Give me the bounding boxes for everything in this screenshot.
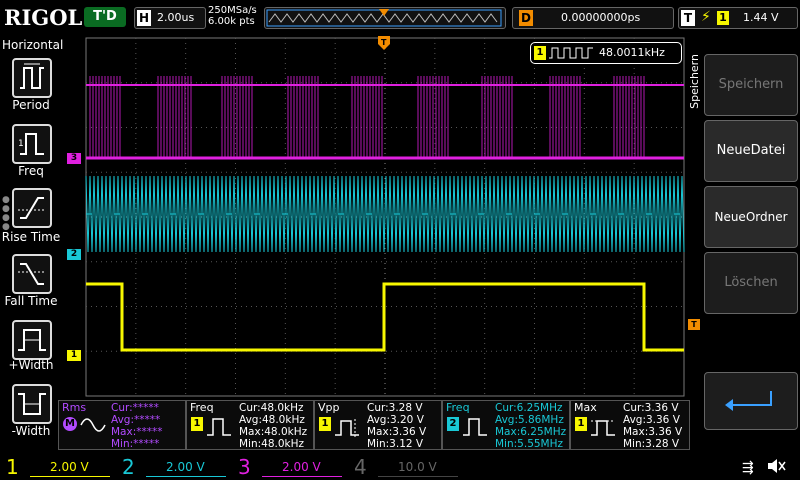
channel-1-scale[interactable]: 1 2.00 V [0, 455, 116, 480]
measurement-max-ch1[interactable]: Max 1 Cur:3.36 V Avg:3.36 V Max:3.36 V M… [570, 400, 690, 450]
svg-text:1: 1 [18, 139, 24, 149]
trigger-badge: T [681, 10, 695, 26]
period-icon [20, 63, 44, 89]
minus-width-label: -Width [11, 424, 51, 438]
channel-number: 2 [122, 455, 135, 479]
memory-overview-bar[interactable] [264, 7, 506, 29]
ch1-offset-marker[interactable]: 1 [67, 350, 81, 361]
delay-badge: D [519, 10, 533, 26]
sine-wave-icon [80, 418, 106, 432]
measurement-title: Freq [190, 401, 214, 414]
channel-4-scale[interactable]: 4 10.0 V [348, 455, 464, 480]
measurement-values: Cur:3.28 V Avg:3.20 V Max:3.36 V Min:3.1… [367, 402, 427, 450]
max-icon [591, 420, 615, 436]
ch2-trace [85, 175, 685, 253]
plus-width-button[interactable] [12, 320, 52, 360]
trigger-level-value: 1.44 V [743, 11, 779, 24]
run-mode-indicator[interactable]: T'D [84, 7, 126, 27]
plus-width-icon [18, 329, 46, 351]
memory-depth-value: 6.00k pts [208, 16, 255, 27]
channel-2-scale[interactable]: 2 2.00 V [116, 455, 232, 480]
timebase-badge: H [137, 10, 151, 26]
rise-time-label: Rise Time [1, 230, 61, 244]
trigger-box[interactable]: T ⚡ 1 1.44 V [678, 7, 798, 29]
ch1-badge: 1 [191, 417, 203, 431]
return-arrow-icon [725, 391, 772, 411]
ch1-badge: 1 [575, 417, 587, 431]
freq-icon: 1 [18, 133, 44, 155]
channel-number: 3 [238, 455, 251, 479]
ch1-trace [86, 282, 684, 352]
measurement-vpp-ch1[interactable]: Vpp 1 Cur:3.28 V Avg:3.20 V Max:3.36 V M… [314, 400, 442, 450]
channel-number: 1 [6, 455, 19, 479]
channel-3-scale[interactable]: 3 2.00 V [232, 455, 348, 480]
measurement-title: Freq [446, 401, 470, 414]
minus-width-button[interactable] [12, 384, 52, 424]
timebase-value: 2.00us [157, 11, 195, 24]
trigger-edge-icon: ⚡ [701, 9, 711, 25]
ch3-offset-marker[interactable]: 3 [67, 153, 81, 164]
plus-width-label: +Width [8, 358, 54, 372]
new-folder-button[interactable]: NeueOrdner [704, 186, 798, 248]
counter-channel-badge: 1 [534, 46, 546, 60]
delete-button[interactable]: Löschen [704, 252, 798, 314]
trigger-delay-box[interactable]: D 0.00000000ps [512, 7, 674, 29]
vpp-icon [335, 419, 359, 437]
trigger-level-marker[interactable]: T [688, 319, 700, 330]
period-label: Period [12, 98, 50, 112]
fall-time-button[interactable] [12, 254, 52, 294]
channel-number: 4 [354, 455, 367, 479]
measurement-values: Cur:6.25MHz Avg:5.86MHz Max:6.25MHz Min:… [495, 402, 567, 450]
period-button[interactable] [12, 58, 52, 98]
save-button[interactable]: Speichern [704, 54, 798, 116]
freq-icon [207, 418, 231, 436]
counter-readout: 48.0011kHz [599, 46, 665, 59]
memory-overview-waveform [266, 9, 502, 27]
frequency-counter: 1 48.0011kHz [530, 42, 682, 64]
minus-width-icon [18, 393, 46, 415]
trigger-delay-value: 0.00000000ps [561, 11, 641, 24]
trigger-channel-badge: 1 [717, 11, 729, 25]
measurement-values: Cur:3.36 V Avg:3.36 V Max:3.36 V Min:3.2… [623, 402, 683, 450]
square-wave-icon [549, 47, 593, 59]
fall-time-icon [18, 263, 46, 285]
rise-time-icon [18, 197, 46, 219]
mute-icon[interactable] [766, 458, 786, 478]
page-indicator-dots: ● ● ● ● [2, 195, 10, 232]
measurement-title: Max [574, 401, 597, 414]
ch2-offset-marker[interactable]: 2 [67, 249, 81, 260]
math-channel-badge: M [63, 417, 77, 431]
freq-button[interactable]: 1 [12, 124, 52, 164]
measurement-values: Cur:48.0kHz Avg:48.0kHz Max:48.0kHz Min:… [239, 402, 308, 450]
measurement-title: Vpp [318, 401, 340, 414]
ch2-badge: 2 [447, 417, 459, 431]
trigger-position-marker: T [378, 36, 390, 56]
waveform-display[interactable] [62, 36, 686, 398]
rise-time-button[interactable] [12, 188, 52, 228]
horizontal-panel-title: Horizontal [2, 38, 64, 52]
new-file-button[interactable]: NeueDatei [704, 120, 798, 182]
back-button[interactable] [704, 372, 798, 430]
timebase-box[interactable]: H 2.00us [134, 7, 206, 29]
brand-logo: RIGOL [4, 5, 83, 30]
sample-rate: 250MSa/s 6.00k pts [208, 5, 257, 27]
freq-icon [463, 418, 487, 436]
measurement-rms[interactable]: Rms M Cur:***** Avg:***** Max:***** Min:… [58, 400, 186, 450]
measurement-values: Cur:***** Avg:***** Max:***** Min:***** [111, 402, 163, 450]
freq-label: Freq [18, 164, 44, 178]
svg-text:T: T [381, 38, 387, 47]
ch1-badge: 1 [319, 417, 331, 431]
sample-rate-value: 250MSa/s [208, 5, 257, 16]
measurement-freq-ch2[interactable]: Freq 2 Cur:6.25MHz Avg:5.86MHz Max:6.25M… [442, 400, 570, 450]
fall-time-label: Fall Time [4, 294, 58, 308]
measurement-freq-ch1[interactable]: Freq 1 Cur:48.0kHz Avg:48.0kHz Max:48.0k… [186, 400, 314, 450]
usb-icon: ⇶ [742, 460, 754, 476]
menu-tab-title: Speichern [688, 54, 701, 109]
